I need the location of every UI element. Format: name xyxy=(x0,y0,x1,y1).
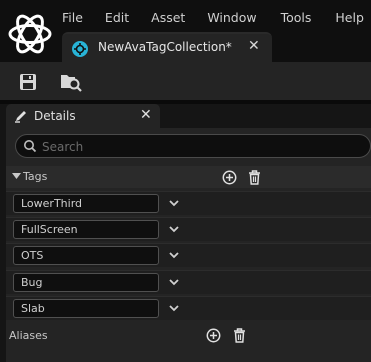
tags-section-header[interactable]: Tags xyxy=(6,166,371,188)
search-icon xyxy=(24,140,37,153)
chevron-down-icon[interactable] xyxy=(168,224,180,234)
menu-edit[interactable]: Edit xyxy=(105,8,129,28)
chevron-down-icon[interactable] xyxy=(168,198,180,208)
search-box[interactable] xyxy=(15,134,371,158)
menu-asset[interactable]: Asset xyxy=(151,8,185,28)
menu-help[interactable]: Help xyxy=(335,8,364,28)
search-input[interactable] xyxy=(40,137,344,157)
aliases-label: Aliases xyxy=(9,329,48,342)
tag-field-ots[interactable]: OTS xyxy=(13,246,159,265)
menu-file[interactable]: File xyxy=(62,8,83,28)
delete-all-tags-icon[interactable] xyxy=(248,170,261,185)
toolbar xyxy=(0,62,371,100)
tags-label: Tags xyxy=(23,170,48,183)
chevron-down-icon[interactable] xyxy=(168,277,180,287)
details-tab[interactable]: Details ✕ xyxy=(6,104,160,128)
tag-row: FullScreen xyxy=(6,217,371,241)
unreal-logo-icon xyxy=(8,14,52,54)
tag-row: OTS xyxy=(6,243,371,267)
tag-field-fullscreen[interactable]: FullScreen xyxy=(13,220,159,239)
add-tag-icon[interactable] xyxy=(222,170,237,185)
aliases-row: Aliases xyxy=(6,324,371,346)
document-tab-title: NewAvaTagCollection* xyxy=(98,40,232,54)
tag-collection-icon xyxy=(72,41,88,57)
menu-bar: File Edit Asset Window Tools Help xyxy=(62,8,364,28)
tag-field-bug[interactable]: Bug xyxy=(13,273,159,292)
chevron-down-icon[interactable] xyxy=(168,250,180,260)
browse-asset-icon[interactable] xyxy=(60,72,82,92)
pencil-icon xyxy=(15,111,26,123)
collapse-arrow-icon[interactable] xyxy=(12,173,21,180)
details-tab-label: Details xyxy=(34,109,76,123)
close-details-icon[interactable]: ✕ xyxy=(140,107,152,123)
document-tab[interactable]: NewAvaTagCollection* ✕ xyxy=(62,32,272,64)
menu-tools[interactable]: Tools xyxy=(281,8,312,28)
tag-row: LowerThird xyxy=(6,191,371,215)
tag-field-slab[interactable]: Slab xyxy=(13,299,159,318)
tag-row: Bug xyxy=(6,270,371,294)
chevron-down-icon[interactable] xyxy=(168,303,180,313)
tag-row: Slab xyxy=(6,296,371,320)
tag-field-lowerthird[interactable]: LowerThird xyxy=(13,194,159,213)
close-tab-icon[interactable]: ✕ xyxy=(248,38,260,54)
add-alias-icon[interactable] xyxy=(206,328,221,343)
menu-window[interactable]: Window xyxy=(207,8,256,28)
delete-aliases-icon[interactable] xyxy=(233,328,246,343)
save-icon[interactable] xyxy=(19,73,37,91)
